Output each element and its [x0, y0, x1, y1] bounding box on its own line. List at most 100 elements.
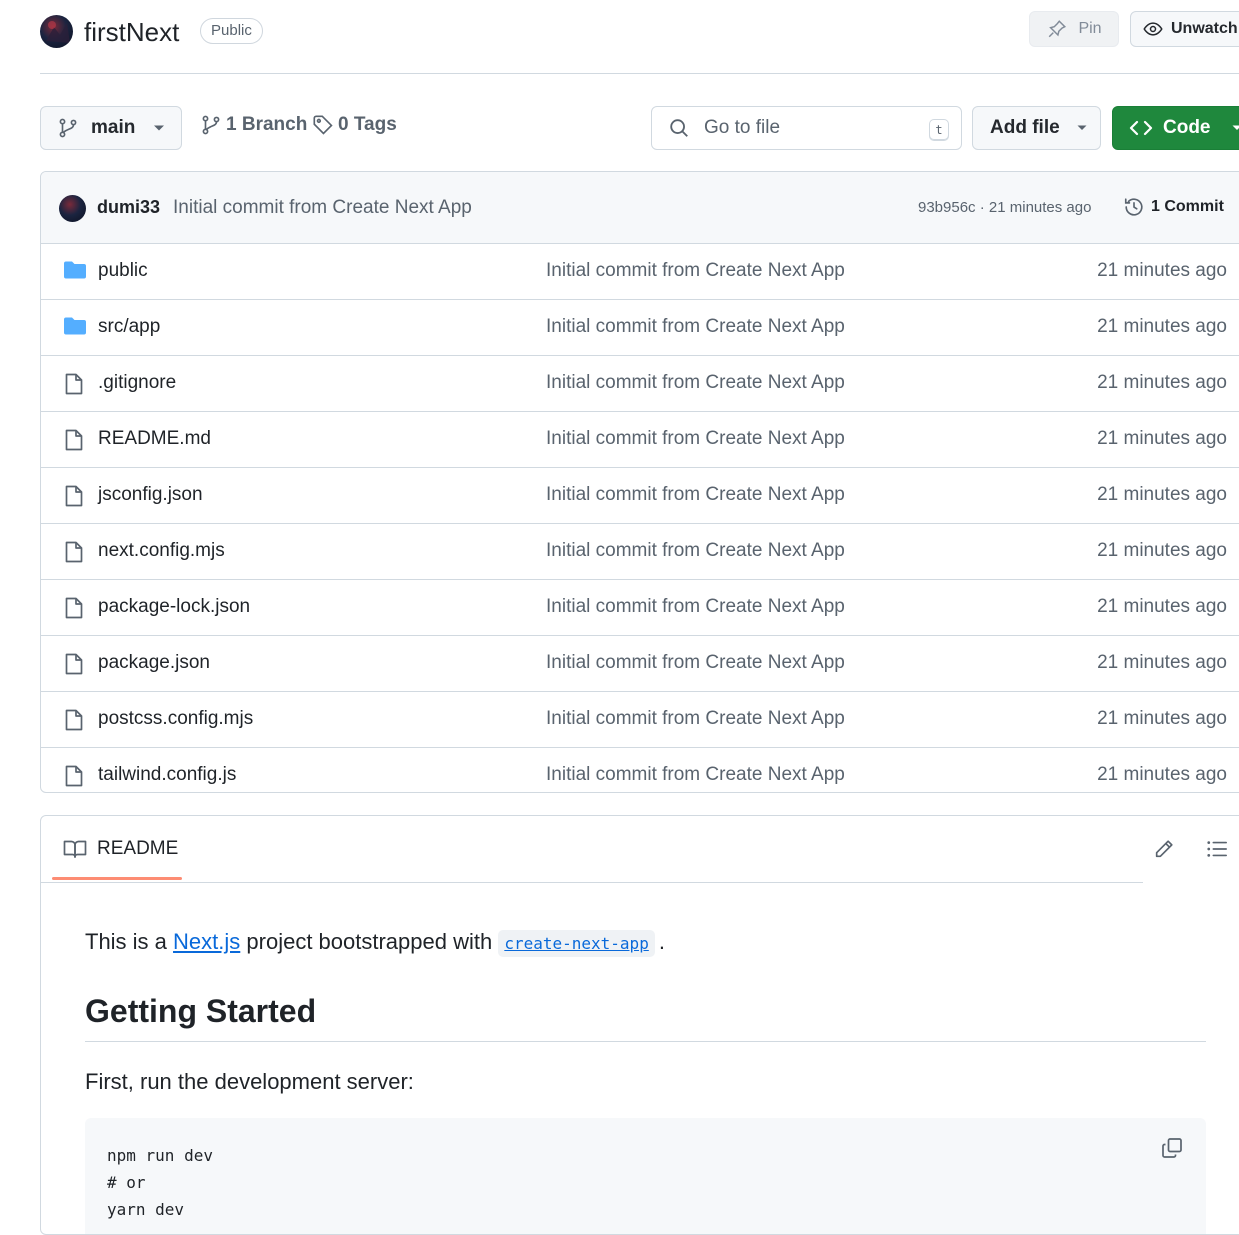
file-row[interactable]: next.config.mjs Initial commit from Creat…	[41, 524, 1239, 580]
file-row[interactable]: tailwind.config.js Initial commit from Cr…	[41, 748, 1239, 793]
code-block: npm run dev# oryarn dev	[85, 1118, 1206, 1235]
branches-link[interactable]: 1 Branch	[200, 114, 307, 136]
book-icon	[63, 839, 87, 859]
chevron-down-icon	[1231, 124, 1239, 132]
code-line: yarn dev	[107, 1196, 213, 1223]
readme-tab[interactable]: README	[63, 838, 178, 860]
file-commit-time: 21 minutes ago	[1097, 260, 1227, 282]
file-commit-message[interactable]: Initial commit from Create Next App	[546, 316, 845, 338]
file-commit-time: 21 minutes ago	[1097, 316, 1227, 338]
file-name[interactable]: .gitignore	[98, 372, 176, 394]
branch-selector[interactable]: main	[40, 106, 182, 150]
file-commit-time: 21 minutes ago	[1097, 652, 1227, 674]
commit-meta[interactable]: 93b956c · 21 minutes ago	[918, 199, 1091, 216]
file-commit-message[interactable]: Initial commit from Create Next App	[546, 652, 845, 674]
file-icon	[63, 372, 85, 396]
readme-paragraph: First, run the development server:	[85, 1069, 414, 1095]
nextjs-link[interactable]: Next.js	[173, 929, 240, 954]
file-name[interactable]: package.json	[98, 652, 210, 674]
file-icon	[63, 596, 85, 620]
file-commit-message[interactable]: Initial commit from Create Next App	[546, 484, 845, 506]
header-divider	[40, 73, 1239, 74]
repo-name[interactable]: firstNext	[84, 15, 179, 49]
readme-heading: Getting Started	[85, 993, 316, 1030]
file-name[interactable]: public	[98, 260, 148, 282]
file-commit-message[interactable]: Initial commit from Create Next App	[546, 540, 845, 562]
search-icon	[668, 117, 690, 139]
latest-commit-bar: dumi33 Initial commit from Create Next A…	[41, 172, 1239, 244]
history-icon	[1123, 196, 1145, 218]
heading-divider	[85, 1041, 1206, 1042]
file-commit-message[interactable]: Initial commit from Create Next App	[546, 428, 845, 450]
file-commit-message[interactable]: Initial commit from Create Next App	[546, 596, 845, 618]
file-row[interactable]: package.json Initial commit from Create N…	[41, 636, 1239, 692]
unwatch-button[interactable]: Unwatch	[1130, 11, 1239, 47]
copy-icon[interactable]	[1160, 1136, 1184, 1160]
readme-tab-label: README	[97, 838, 178, 860]
file-commit-message[interactable]: Initial commit from Create Next App	[546, 260, 845, 282]
go-to-file-input[interactable]	[702, 116, 906, 140]
file-icon	[63, 428, 85, 452]
file-name[interactable]: src/app	[98, 316, 160, 338]
file-row[interactable]: src/app Initial commit from Create Next A…	[41, 300, 1239, 356]
file-row[interactable]: public Initial commit from Create Next Ap…	[41, 244, 1239, 300]
file-row[interactable]: package-lock.json Initial commit from Cre…	[41, 580, 1239, 636]
eye-icon	[1143, 19, 1163, 39]
file-row[interactable]: jsconfig.json Initial commit from Create …	[41, 468, 1239, 524]
readme-header: README	[41, 816, 1143, 883]
file-commit-time: 21 minutes ago	[1097, 540, 1227, 562]
file-commit-message[interactable]: Initial commit from Create Next App	[546, 708, 845, 730]
chevron-down-icon	[1076, 124, 1088, 132]
file-name[interactable]: package-lock.json	[98, 596, 250, 618]
file-commit-time: 21 minutes ago	[1097, 484, 1227, 506]
branch-name: main	[91, 117, 135, 139]
file-name[interactable]: next.config.mjs	[98, 540, 225, 562]
file-icon	[63, 652, 85, 676]
branch-icon	[57, 117, 79, 139]
commit-count-label: 1 Commit	[1151, 198, 1224, 216]
code-line: npm run dev	[107, 1142, 213, 1169]
file-commit-time: 21 minutes ago	[1097, 596, 1227, 618]
commit-message[interactable]: Initial commit from Create Next App	[173, 197, 472, 219]
pin-icon	[1046, 18, 1068, 40]
branch-icon	[200, 114, 222, 136]
file-name[interactable]: README.md	[98, 428, 211, 450]
code-button[interactable]: Code	[1112, 106, 1239, 150]
code-line: # or	[107, 1169, 213, 1196]
tags-link[interactable]: 0 Tags	[312, 114, 397, 136]
branches-label: 1 Branch	[226, 114, 307, 136]
pencil-icon[interactable]	[1153, 838, 1175, 860]
add-file-label: Add file	[990, 117, 1060, 139]
list-outline-icon[interactable]	[1206, 838, 1228, 860]
file-row[interactable]: .gitignore Initial commit from Create Nex…	[41, 356, 1239, 412]
file-commit-message[interactable]: Initial commit from Create Next App	[546, 372, 845, 394]
file-name[interactable]: jsconfig.json	[98, 484, 203, 506]
pin-label: Pin	[1078, 20, 1101, 38]
code-content: npm run dev# oryarn dev	[107, 1142, 213, 1223]
file-name[interactable]: tailwind.config.js	[98, 764, 236, 786]
file-commit-time: 21 minutes ago	[1097, 764, 1227, 786]
go-to-file-search[interactable]: t	[651, 106, 962, 150]
commit-author-avatar[interactable]	[59, 195, 86, 222]
file-row[interactable]: README.md Initial commit from Create Next…	[41, 412, 1239, 468]
shortcut-key: t	[929, 119, 949, 141]
commit-author[interactable]: dumi33	[97, 197, 160, 218]
file-name[interactable]: postcss.config.mjs	[98, 708, 253, 730]
owner-avatar[interactable]	[40, 15, 73, 48]
chevron-down-icon	[153, 124, 165, 132]
file-commit-message[interactable]: Initial commit from Create Next App	[546, 764, 845, 786]
add-file-button[interactable]: Add file	[972, 106, 1101, 150]
file-list: dumi33 Initial commit from Create Next A…	[40, 171, 1239, 793]
pin-button[interactable]: Pin	[1029, 11, 1119, 47]
tags-label: 0 Tags	[338, 114, 397, 136]
visibility-badge: Public	[200, 18, 263, 44]
file-icon	[63, 708, 85, 732]
readme-panel: README This is a Next.js project bootstr…	[40, 815, 1239, 1235]
intro-text: project bootstrapped with	[240, 929, 498, 954]
folder-icon	[63, 260, 87, 280]
file-commit-time: 21 minutes ago	[1097, 428, 1227, 450]
create-next-app-link[interactable]: create-next-app	[498, 930, 655, 957]
commit-history-link[interactable]: 1 Commit	[1123, 196, 1224, 218]
file-row[interactable]: postcss.config.mjs Initial commit from Cr…	[41, 692, 1239, 748]
unwatch-label: Unwatch	[1171, 20, 1238, 38]
